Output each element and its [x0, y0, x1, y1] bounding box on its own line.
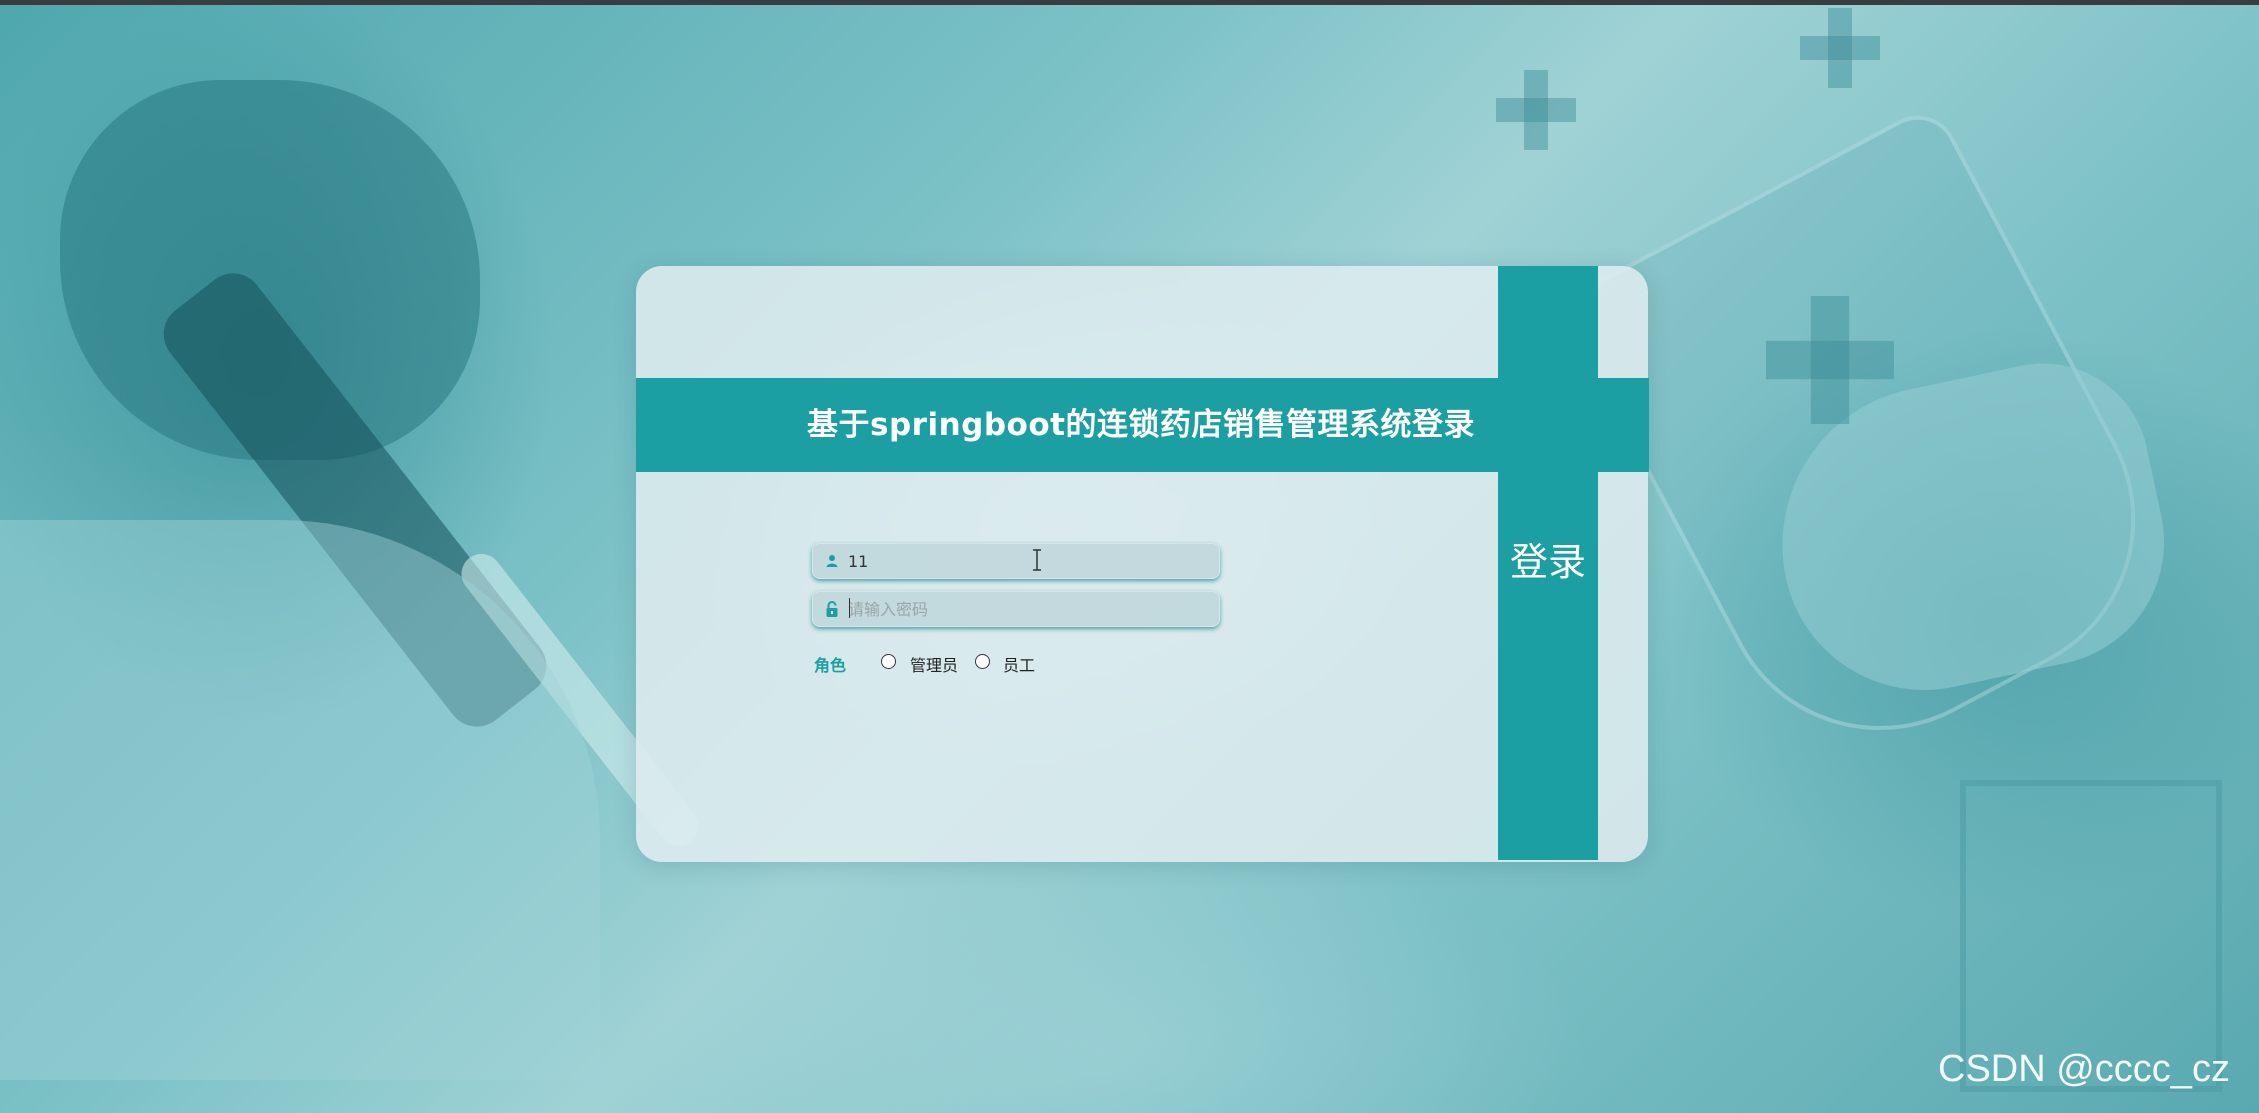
- text-cursor-icon: [1033, 549, 1041, 571]
- lock-icon: [826, 601, 838, 617]
- role-label: 角色: [814, 656, 847, 675]
- login-button[interactable]: [1498, 266, 1598, 860]
- text-caret: [849, 598, 850, 618]
- medical-cross-icon: [1766, 296, 1894, 424]
- role-option-label: 管理员: [910, 656, 959, 675]
- username-input[interactable]: [848, 543, 1208, 579]
- role-radio-admin[interactable]: [881, 654, 896, 669]
- password-input[interactable]: [848, 591, 1208, 627]
- medical-cross-outline-icon: [1960, 780, 2222, 1092]
- role-radio-staff[interactable]: [975, 654, 990, 669]
- window-top-edge: [0, 0, 2259, 5]
- watermark: CSDN @cccc_cz: [1938, 1048, 2230, 1090]
- username-field[interactable]: [812, 543, 1220, 579]
- page-title: 基于springboot的连锁药店销售管理系统登录: [807, 407, 1475, 443]
- role-option-label: 员工: [1003, 656, 1036, 675]
- medical-cross-icon: [1496, 70, 1576, 150]
- user-icon: [826, 555, 838, 567]
- password-field[interactable]: [812, 591, 1220, 627]
- medical-cross-icon: [1800, 8, 1880, 88]
